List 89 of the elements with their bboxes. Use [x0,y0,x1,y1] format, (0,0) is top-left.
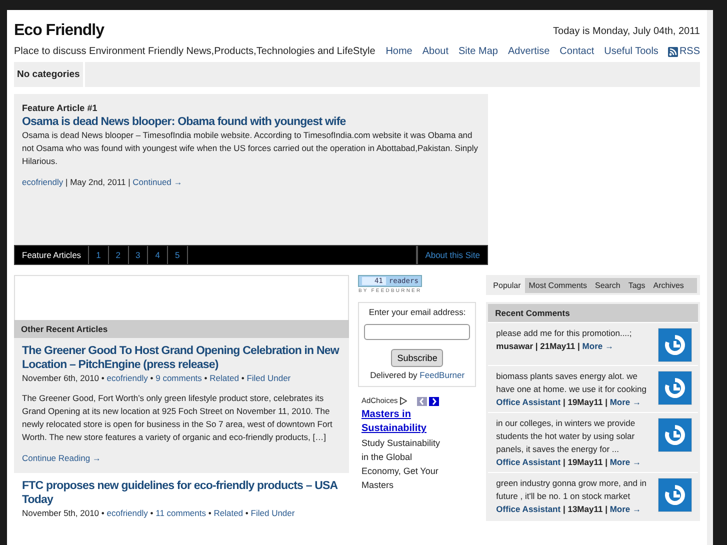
feature-heading: Feature Article #1 [22,102,98,115]
ad-title-link[interactable]: Masters in Sustainability [361,408,442,436]
avatar-icon [658,328,692,362]
separator: • [241,373,244,383]
page-link[interactable]: 4 [148,246,168,264]
feedburner-link[interactable]: FeedBurner [420,370,465,380]
nav-link[interactable]: Advertise [508,46,550,57]
separator: • [101,508,104,518]
more-link[interactable]: More → [582,341,614,351]
email-prompt: Enter your email address: [368,307,466,317]
nav-link[interactable]: Contact [560,46,594,57]
separator: • [204,373,208,383]
avatar-icon [658,478,692,512]
comment-date: 21May11 [540,341,576,351]
separator: • [208,508,212,518]
author-link[interactable]: ecofriendly [22,177,64,187]
page-link[interactable]: 5 [168,246,188,264]
more-link[interactable]: More → [610,397,642,407]
related-link[interactable]: Related [214,508,244,518]
author-link[interactable]: ecofriendly [106,373,148,383]
subscribe-button[interactable]: Subscribe [391,349,444,367]
post-date: November 6th, 2010 [22,373,100,383]
separator: | [605,457,608,467]
more-link[interactable]: More → [610,504,642,514]
author-link[interactable]: ecofriendly [106,508,148,518]
article-excerpt: The Greener Good, Fort Worth’s only green lifestyle product store, celebrates its Grand Opening at its new location at 925 Foch Street on November 11, 2010. The newly relocated store is open for business in the So 7 area, west of downtown Fort Worth. The new store features a variety of organic and eco-friendly products, […] [22,392,334,444]
more-link[interactable]: More → [610,457,642,467]
separator: • [245,508,248,518]
post-date: November 5th, 2010 [22,508,100,518]
category-label: No categories [14,62,85,87]
comment-author: musawar [496,341,534,351]
separator: • [101,373,104,383]
filed-under-link[interactable]: Filed Under [250,508,295,518]
filed-under-link[interactable]: Filed Under [246,373,291,383]
post-date: May 2nd, 2011 [70,177,126,187]
rss-icon [668,46,678,56]
separator: | [578,341,580,351]
page-link[interactable]: 3 [128,246,148,264]
nav-link[interactable]: About [422,46,449,57]
nav-link[interactable]: Home [386,46,412,57]
related-link[interactable]: Related [210,373,239,383]
article-title[interactable]: FTC proposes new guidelines for eco-friendly products – USA Today [22,479,342,507]
separator: | [605,504,608,514]
separator: | [562,504,566,514]
article-title[interactable]: The Greener Good To Host Grand Opening Celebration in New Location – PitchEngine (press release) [22,344,342,372]
comment-text: in our colleges, in winters we provide students the hot water by using solar panels, it saves the energy for ... [496,417,636,456]
play-icon[interactable] [400,397,407,405]
next-icon[interactable] [428,396,439,406]
comments-link[interactable]: 9 comments [156,373,202,383]
separator: | [562,457,566,467]
author-link[interactable]: Office Assistant [496,397,561,407]
separator: | [128,177,130,187]
nav-link[interactable]: RSS [668,46,700,57]
page-link[interactable]: 1 [89,246,109,264]
page-link[interactable]: 2 [108,246,129,264]
author-link[interactable]: Office Assistant [496,457,561,467]
nav-link[interactable]: Useful Tools [604,46,658,57]
comment-date: 19May11 [568,397,603,407]
nav-link[interactable]: Site Map [458,46,498,57]
comment-date: 19May11 [568,457,603,467]
email-input[interactable] [364,324,470,340]
separator: • [150,508,154,518]
site-title: Eco Friendly [14,22,104,40]
comment-text: biomass plants saves energy alot. we have one at home. we use it for cooking [496,370,648,396]
continued-link[interactable]: Continued → [132,177,182,187]
comments-link[interactable]: 11 comments [156,508,206,518]
avatar-icon [658,371,692,405]
about-link[interactable]: About this Site [417,246,487,264]
separator: • [150,373,154,383]
delivered-by-text: Delivered by FeedBurner [370,370,465,380]
separator: | [65,177,68,187]
comment-text: please add me for this promotion....; [496,327,633,340]
feature-title[interactable]: Osama is dead News blooper: Obama found with youngest wife [22,115,480,129]
tab[interactable]: Popular [489,278,525,293]
section-heading: Other Recent Articles [14,320,350,338]
comment-text: green industry gonna grow more, and in future , it'll be no. 1 on stock market [496,477,648,503]
author-link[interactable]: Office Assistant [496,504,561,514]
separator: | [562,397,566,407]
comment-date: 13May11 [568,504,603,514]
date-text: Today is Monday, July 04th, 2011 [553,26,700,36]
tagline: Place to discuss Environment Friendly News,Products,Technologies and LifeStyle [14,46,376,57]
feature-excerpt: Osama is dead News blooper – TimesofIndia mobile website. According to TimesofIndia.com website it was Obama and not Osama who was found with youngest wife when the US forces carried out the operation in Abottabad,Pakistan. Sinply Hilarious. [22,129,479,168]
feature-nav-label: Feature Articles [15,246,90,264]
continue-link[interactable]: Continue Reading → [22,453,101,463]
avatar-icon [658,418,692,452]
ad-text: Study Sustainability in the Global Economy, Get Your Masters [361,437,442,492]
separator: | [605,397,608,407]
section-heading: Recent Comments [488,304,698,322]
separator: | [535,341,538,351]
